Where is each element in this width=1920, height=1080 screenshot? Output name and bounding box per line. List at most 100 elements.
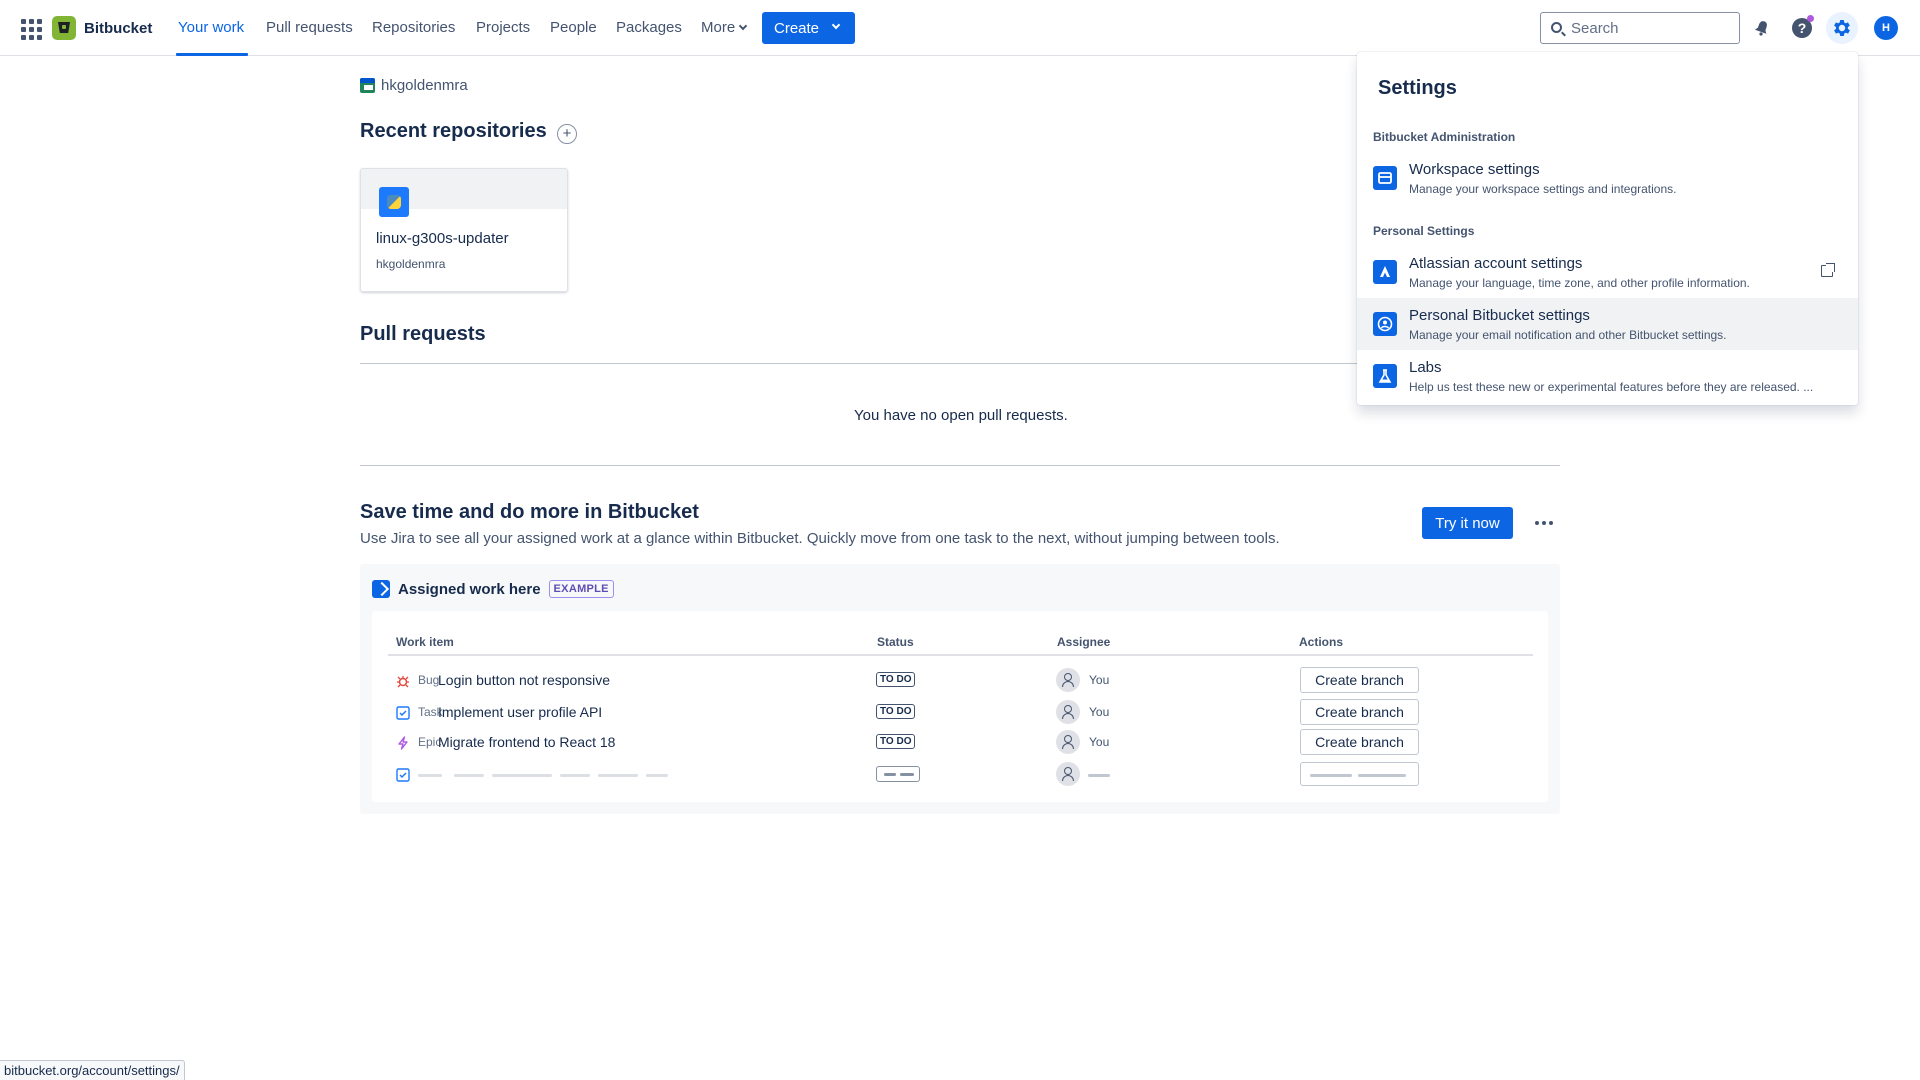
notification-dot [1807, 15, 1814, 22]
repo-card[interactable]: linux-g300s-updater hkgoldenmra [360, 168, 568, 292]
nav-more-dropdown[interactable]: More [701, 19, 748, 36]
skeleton-line [560, 774, 590, 777]
menu-item-description: Manage your email notification and other… [1409, 328, 1727, 342]
promo-title: Save time and do more in Bitbucket [360, 501, 699, 523]
skeleton-line [1310, 774, 1352, 777]
nav-packages[interactable]: Packages [616, 19, 682, 36]
promo-description: Use Jira to see all your assigned work a… [360, 530, 1280, 547]
link-preview-statusbar: bitbucket.org/account/settings/ [0, 1060, 185, 1080]
skeleton-line [492, 774, 552, 777]
repo-name: linux-g300s-updater [376, 230, 509, 247]
example-panel: Assigned work here EXAMPLE Work item Sta… [360, 564, 1560, 814]
divider [360, 465, 1560, 466]
notifications-button[interactable] [1748, 14, 1776, 42]
assignee-avatar [1056, 762, 1080, 786]
assignee-name: You [1089, 673, 1110, 687]
assignee-avatar [1056, 730, 1080, 754]
create-branch-button[interactable]: Create branch [1300, 699, 1419, 725]
menu-item-workspace-settings[interactable]: Workspace settings Manage your workspace… [1357, 152, 1858, 204]
menu-item-description: Manage your workspace settings and integ… [1409, 182, 1677, 196]
section-bitbucket-administration: Bitbucket Administration [1373, 130, 1516, 144]
work-item-title: Login button not responsive [438, 672, 611, 688]
python-icon [379, 187, 409, 217]
skeleton-line [418, 774, 442, 777]
table-row: Epic Migrate frontend to React 18 TO DO … [372, 729, 1548, 758]
column-header-work-item: Work item [396, 635, 454, 649]
brand-name: Bitbucket [84, 19, 153, 37]
add-repository-button[interactable]: + [557, 124, 577, 144]
skeleton-line [646, 774, 668, 777]
column-header-status: Status [877, 635, 914, 649]
skeleton-line [1358, 774, 1406, 777]
settings-menu-title: Settings [1378, 77, 1457, 99]
section-personal-settings: Personal Settings [1373, 224, 1475, 238]
settings-button[interactable] [1826, 12, 1858, 44]
repo-owner: hkgoldenmra [376, 257, 446, 271]
create-branch-button[interactable]: Create branch [1300, 729, 1419, 755]
nav-more-label: More [701, 19, 736, 36]
create-label: Create [774, 19, 820, 37]
assignee-name: You [1089, 735, 1110, 749]
bug-icon [397, 676, 409, 688]
assignee-avatar [1056, 668, 1080, 692]
nav-repositories[interactable]: Repositories [372, 19, 455, 36]
work-item-title: Implement user profile API [438, 704, 603, 720]
menu-item-description: Help us test these new or experimental f… [1409, 380, 1814, 394]
status-badge: TO DO [876, 734, 916, 749]
help-button[interactable]: ? [1788, 14, 1816, 42]
status-badge: TO DO [876, 672, 916, 687]
top-navigation: Bitbucket Your work Pull requests Reposi… [0, 0, 1920, 56]
work-item-type: Bug [418, 673, 440, 687]
menu-item-label: Labs [1409, 359, 1442, 376]
assignee-avatar [1056, 700, 1080, 724]
jira-icon [372, 580, 390, 598]
menu-item-labs[interactable]: Labs Help us test these new or experimen… [1357, 350, 1858, 402]
workspace-settings-icon [1373, 166, 1397, 190]
try-it-now-button[interactable]: Try it now [1422, 507, 1513, 539]
table-header-divider [388, 654, 1533, 656]
chevron-down-icon [831, 20, 841, 30]
gear-icon [1834, 20, 1850, 36]
create-button[interactable]: Create [762, 12, 855, 44]
menu-item-personal-bitbucket-settings[interactable]: Personal Bitbucket settings Manage your … [1357, 298, 1858, 350]
nav-people[interactable]: People [550, 19, 597, 36]
search-icon [1551, 22, 1562, 33]
task-icon [396, 706, 410, 720]
workspace-link[interactable]: hkgoldenmra [360, 77, 468, 94]
atlassian-icon [1373, 260, 1397, 284]
assignee-name: You [1089, 705, 1110, 719]
nav-projects[interactable]: Projects [476, 19, 530, 36]
flask-icon [1373, 364, 1397, 388]
skeleton-line [598, 774, 638, 777]
chevron-down-icon [738, 21, 748, 31]
skeleton-line [454, 774, 484, 777]
workspace-icon [360, 78, 375, 93]
recent-repositories-heading: Recent repositories [360, 120, 547, 142]
search-placeholder: Search [1571, 19, 1619, 37]
work-items-table: Work item Status Assignee Actions Bug Lo… [372, 611, 1548, 802]
more-options-icon[interactable] [1528, 507, 1560, 539]
menu-item-label: Atlassian account settings [1409, 255, 1583, 272]
epic-icon [398, 736, 408, 750]
column-header-assignee: Assignee [1057, 635, 1111, 649]
empty-pull-requests-message: You have no open pull requests. [854, 407, 1068, 424]
skeleton-line [884, 773, 896, 776]
external-link-icon [1821, 263, 1835, 277]
workspace-name: hkgoldenmra [381, 77, 468, 94]
settings-menu: Settings Bitbucket Administration Worksp… [1357, 52, 1858, 405]
bitbucket-logo-icon [52, 16, 76, 40]
skeleton-line [900, 773, 914, 776]
work-item-title: Migrate frontend to React 18 [438, 734, 616, 750]
bitbucket-logo[interactable]: Bitbucket [52, 16, 152, 40]
user-avatar[interactable]: H [1874, 16, 1898, 40]
search-input[interactable]: Search [1540, 12, 1740, 44]
nav-your-work[interactable]: Your work [178, 19, 244, 36]
nav-pull-requests[interactable]: Pull requests [266, 19, 353, 36]
active-tab-indicator [176, 53, 248, 56]
create-branch-button[interactable]: Create branch [1300, 667, 1419, 693]
app-switcher-icon[interactable] [18, 16, 42, 40]
menu-item-atlassian-account-settings[interactable]: Atlassian account settings Manage your l… [1357, 246, 1858, 298]
pull-requests-heading: Pull requests [360, 323, 486, 345]
example-title: Assigned work here [398, 580, 541, 598]
menu-item-label: Workspace settings [1409, 161, 1540, 178]
